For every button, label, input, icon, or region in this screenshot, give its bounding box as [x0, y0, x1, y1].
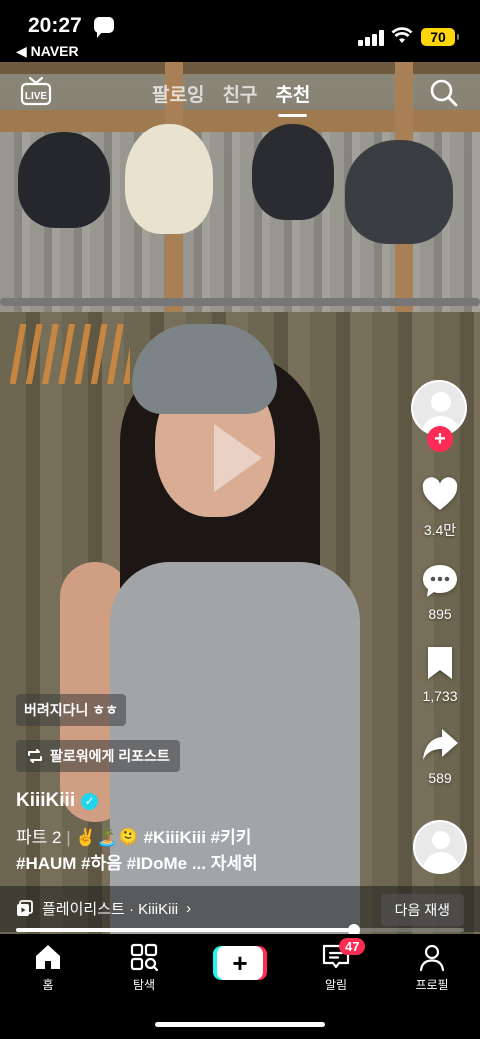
feed-tabs: 팔로잉 친구 추천 — [152, 80, 310, 117]
repost-label: 팔로워에게 리포스트 — [50, 748, 170, 764]
inbox-badge: 47 — [339, 938, 366, 955]
wifi-icon — [391, 27, 413, 43]
comment-icon[interactable] — [421, 562, 459, 600]
share-count: 589 — [428, 770, 452, 786]
helmet — [125, 124, 213, 234]
play-next-button[interactable]: 다음 재생 — [380, 894, 464, 926]
battery-indicator: 70 — [421, 28, 459, 46]
live-label: LIVE — [25, 91, 48, 102]
back-to-app[interactable]: ◀ NAVER — [16, 43, 79, 60]
save-action[interactable]: 1,733 — [421, 644, 459, 704]
username-text: KiiiKiii — [16, 790, 76, 811]
person-bandana — [132, 324, 277, 414]
search-icon[interactable] — [429, 78, 459, 108]
helmet — [18, 132, 110, 228]
tab-inbox-label: 알림 — [324, 978, 348, 992]
share-icon[interactable] — [421, 726, 459, 764]
play-icon[interactable] — [210, 420, 266, 496]
sticker-text: 버려지다니 ㅎㅎ — [16, 694, 127, 726]
caption-prefix: 파트 2 — [16, 828, 62, 847]
heart-icon[interactable] — [421, 476, 459, 514]
playlist-label: 플레이리스트 · KiiiKiii — [42, 901, 179, 918]
playlist-bar: 플레이리스트 · KiiiKiii › 다음 재생 — [0, 886, 480, 932]
playlist-link[interactable]: 플레이리스트 · KiiiKiii › — [16, 898, 191, 919]
caption[interactable]: 파트 2 | ✌️🏝️🫠 #KiiiKiii #키키 #HAUM #하음 #ID… — [16, 825, 306, 877]
profile-icon — [419, 944, 445, 972]
caption-divider: | — [66, 828, 76, 847]
tab-profile-label: 프로필 — [415, 978, 449, 992]
like-count: 3.4만 — [423, 522, 457, 538]
creator-avatar-wrap: + — [411, 380, 469, 452]
bottom-tab-bar: 홈 탐색 + 47 알림 프로필 — [0, 934, 480, 1039]
comment-action[interactable]: 895 — [421, 562, 459, 622]
helmet — [345, 140, 453, 244]
repost-icon — [28, 749, 42, 763]
signal-icon — [358, 30, 384, 46]
repost-banner[interactable]: 팔로워에게 리포스트 — [16, 740, 180, 772]
like-action[interactable]: 3.4만 — [421, 476, 459, 540]
home-indicator — [155, 1022, 325, 1027]
creator-username[interactable]: KiiiKiii ✓ — [16, 790, 99, 812]
caption-emoji: ✌️🏝️🫠 — [75, 828, 139, 847]
live-icon[interactable]: LIVE — [20, 76, 52, 106]
bookmark-icon[interactable] — [421, 644, 459, 682]
verified-icon: ✓ — [81, 792, 99, 810]
caption-tags-line2[interactable]: #HAUM #하음 #IDoMe — [16, 854, 187, 873]
progress-bar[interactable] — [16, 924, 464, 936]
save-count: 1,733 — [422, 688, 458, 704]
tab-profile[interactable]: 프로필 — [397, 942, 467, 993]
tab-explore-label: 탐색 — [132, 978, 156, 992]
tab-following[interactable]: 팔로잉 — [152, 80, 204, 107]
music-disc[interactable] — [413, 820, 467, 874]
tab-home-label: 홈 — [42, 978, 54, 992]
follow-button[interactable]: + — [427, 426, 453, 452]
create-button[interactable]: + — [213, 946, 267, 980]
action-rail: + 3.4만 895 1,733 589 — [408, 380, 472, 874]
helmet — [252, 124, 334, 220]
tab-for-you[interactable]: 추천 — [275, 80, 310, 117]
message-icon — [94, 17, 114, 38]
comment-count: 895 — [428, 606, 452, 622]
status-time: 20:27 — [28, 14, 82, 37]
tab-explore[interactable]: 탐색 — [109, 942, 179, 993]
playlist-icon — [17, 899, 33, 916]
share-action[interactable]: 589 — [421, 726, 459, 786]
caption-more-link[interactable]: ... 자세히 — [192, 854, 258, 873]
home-icon — [36, 945, 60, 969]
chevron-right-icon: › — [186, 900, 192, 917]
progress-fill — [16, 928, 355, 932]
tab-inbox[interactable]: 47 알림 — [301, 938, 371, 993]
tab-friends[interactable]: 친구 — [222, 80, 257, 107]
plus-icon: + — [217, 946, 263, 980]
explore-icon — [130, 943, 159, 972]
tab-home[interactable]: 홈 — [13, 942, 83, 993]
status-bar: 20:27 ◀ NAVER 70 — [0, 0, 480, 62]
caption-tags-line1[interactable]: #KiiiKiii #키키 — [144, 828, 252, 847]
